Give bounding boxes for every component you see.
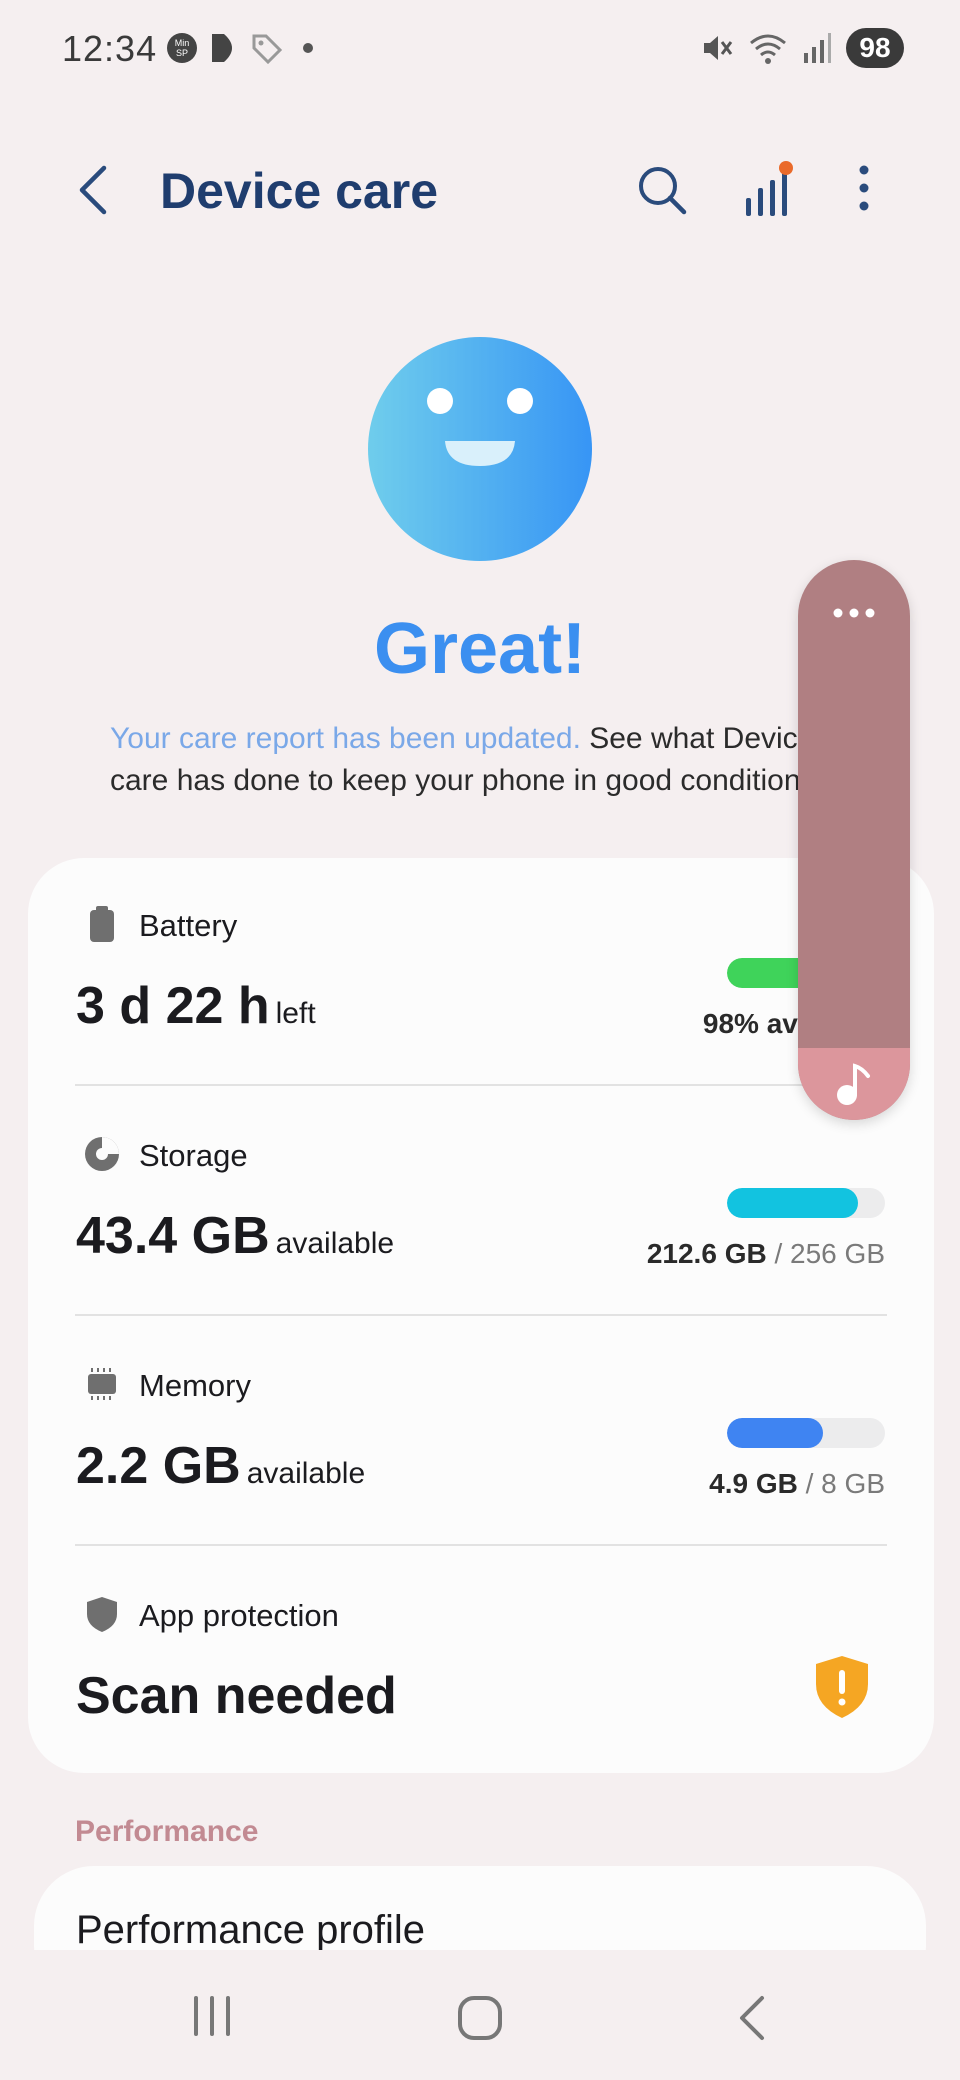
status-time: 12:34 [62, 28, 158, 69]
storage-value-line: 43.4 GB available [76, 1206, 394, 1266]
memory-unit: available [246, 1457, 366, 1490]
divider [75, 1314, 887, 1316]
memory-caption: 4.9 GB / 8 GB [709, 1468, 885, 1500]
memory-total: / 8 GB [797, 1468, 885, 1499]
app-protection-row[interactable]: App protection Scan needed [28, 1548, 934, 1778]
wifi-icon [750, 34, 786, 64]
memory-bar-fill [727, 1418, 824, 1448]
search-icon[interactable] [634, 162, 690, 218]
battery-label: Battery [139, 908, 238, 943]
play-icon [212, 34, 232, 62]
storage-unit: available [275, 1227, 395, 1260]
battery-icon [90, 906, 114, 942]
memory-used: 4.9 GB [709, 1468, 798, 1499]
back-icon[interactable] [732, 1994, 772, 2042]
performance-profile-title: Performance profile [76, 1908, 426, 1952]
storage-value: 43.4 GB [76, 1207, 270, 1265]
music-note-icon [837, 1063, 870, 1105]
memory-label: Memory [139, 1368, 251, 1403]
memory-bar [727, 1418, 885, 1448]
storage-used: 212.6 GB [646, 1238, 767, 1269]
warning-shield-icon [816, 1656, 868, 1718]
storage-label: Storage [139, 1138, 248, 1173]
app-protection-label: App protection [139, 1598, 339, 1633]
more-icon[interactable] [844, 162, 884, 218]
signal-icon [804, 33, 831, 63]
more-horizontal-icon[interactable] [832, 606, 876, 620]
floating-edge-panel[interactable] [798, 560, 910, 1120]
mute-icon [704, 36, 733, 60]
recents-icon[interactable] [190, 1994, 234, 2038]
memory-row[interactable]: Memory 2.2 GB available 4.9 GB / 8 GB [28, 1318, 934, 1548]
storage-total: / 256 GB [766, 1238, 885, 1269]
memory-value: 2.2 GB [76, 1437, 241, 1495]
dot-icon [303, 43, 313, 53]
smiley-icon [368, 337, 592, 561]
memory-value-line: 2.2 GB available [76, 1436, 365, 1496]
shield-icon [87, 1597, 117, 1632]
battery-value-line: 3 d 22 h left [76, 976, 316, 1036]
storage-bar-fill [727, 1188, 859, 1218]
home-icon[interactable] [456, 1994, 504, 2042]
description-text-1: See what Device [580, 722, 815, 755]
minsp-icon: Min SP [167, 33, 197, 63]
storage-bar [727, 1188, 885, 1218]
storage-row[interactable]: Storage 43.4 GB available 212.6 GB / 256 … [28, 1088, 934, 1318]
divider [75, 1084, 887, 1086]
battery-unit: left [275, 997, 316, 1030]
battery-level: 98 [846, 28, 904, 68]
storage-pie-icon [85, 1137, 119, 1171]
back-icon[interactable] [72, 162, 116, 218]
music-button[interactable] [798, 1048, 910, 1120]
tag-icon [252, 34, 283, 64]
memory-chip-icon [88, 1368, 116, 1400]
navigation-bar [0, 1950, 960, 2080]
app-header: Device care [0, 140, 960, 240]
app-protection-value: Scan needed [76, 1667, 397, 1725]
care-report-link[interactable]: Your care report has been updated. [110, 722, 581, 755]
svg-text:Min: Min [175, 38, 190, 48]
stats-icon[interactable] [742, 158, 798, 220]
status-bar: 12:34 Min SP 98 [0, 0, 960, 100]
divider [75, 1544, 887, 1546]
page-title: Device care [160, 163, 439, 219]
storage-caption: 212.6 GB / 256 GB [647, 1238, 885, 1270]
status-right: 98 [700, 28, 904, 68]
performance-section-header: Performance [75, 1815, 259, 1848]
svg-text:SP: SP [176, 48, 188, 58]
battery-value: 3 d 22 h [76, 977, 270, 1035]
